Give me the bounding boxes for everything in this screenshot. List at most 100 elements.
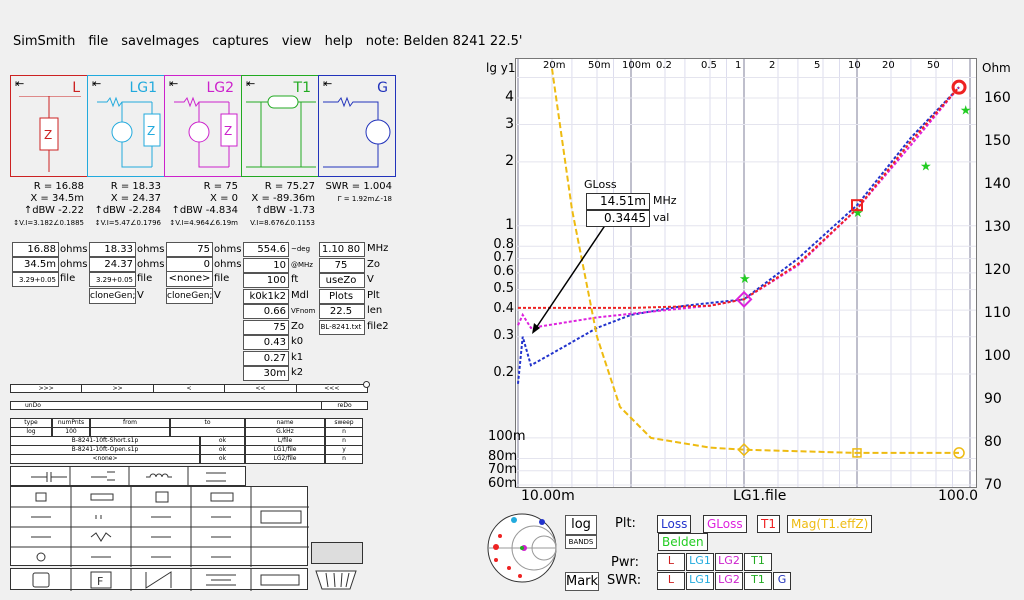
arrow-icon: ⇤	[15, 77, 25, 90]
play-back[interactable]: >>	[82, 385, 154, 392]
t1-field-input[interactable]: 554.6	[243, 242, 289, 257]
l-file-input[interactable]: 3.29+0.05	[12, 272, 59, 287]
g-field-input[interactable]: 75	[319, 257, 365, 273]
palette-grid-icons	[11, 487, 309, 567]
bands-button[interactable]: BANDS	[565, 535, 597, 549]
component-g[interactable]: ⇤ G	[318, 75, 396, 177]
menu-saveimages[interactable]: saveImages	[121, 34, 199, 49]
menu-file[interactable]: file	[88, 34, 108, 49]
lg2-r-input[interactable]: 75	[166, 242, 213, 257]
lg1-file-input[interactable]: 3.29+0.05	[89, 272, 136, 287]
pwr-toggle-lg2[interactable]: LG2	[715, 553, 743, 571]
y-tick-left: 0.5	[493, 280, 514, 296]
swr-toggle-lg2[interactable]: LG2	[715, 572, 743, 590]
legend-gloss[interactable]: GLoss	[703, 515, 747, 533]
y-tick-right: 90	[984, 391, 1002, 407]
g-field-input[interactable]: 22.5	[319, 304, 365, 319]
t1-field-input[interactable]: 0.43	[243, 335, 289, 350]
pwr-toggle-lg1[interactable]: LG1	[686, 553, 714, 571]
play-fwd[interactable]: <<	[225, 385, 297, 392]
menu-simsmith[interactable]: SimSmith	[13, 34, 75, 49]
green-star-marker: ★	[920, 160, 932, 175]
l-x-input[interactable]: 34.5m	[12, 257, 59, 272]
t1-field-input[interactable]: 30m	[243, 366, 289, 381]
component-l[interactable]: ⇤ L Z	[10, 75, 88, 177]
lg2-clonegen[interactable]: cloneGen;	[166, 288, 213, 304]
menu-captures[interactable]: captures	[212, 34, 269, 49]
menu-view[interactable]: view	[282, 34, 312, 49]
tooltip-val-unit: val	[653, 211, 670, 224]
swr-toggle-t1[interactable]: T1	[744, 572, 772, 590]
menu-help[interactable]: help	[325, 34, 353, 49]
lg1-r-input[interactable]: 18.33	[89, 242, 136, 257]
t1-r: R = 75.27	[264, 181, 315, 192]
component-lg2[interactable]: ⇤ LG2 Z	[164, 75, 242, 177]
t1-field-unit: k1	[291, 351, 304, 363]
y-tick-right: 160	[984, 90, 1011, 106]
circle-marker	[951, 79, 967, 95]
y-tick-left: 0.2	[493, 365, 514, 381]
component-lg1[interactable]: ⇤ LG1 Z	[87, 75, 165, 177]
g-field-unit: len	[367, 305, 383, 316]
legend-t1[interactable]: T1	[757, 515, 780, 533]
pwr-label: Pwr:	[611, 555, 639, 570]
swr-toggle-lg1[interactable]: LG1	[686, 572, 714, 590]
t1-field-input[interactable]: 0.27	[243, 350, 289, 366]
g-field-input[interactable]: useZo	[319, 273, 365, 288]
y-tick-left: 0.6	[493, 263, 514, 279]
redo-button[interactable]: reDo	[322, 402, 367, 409]
g-field-input[interactable]: Plots	[319, 288, 365, 304]
legend-loss[interactable]: Loss	[657, 515, 692, 533]
arrow-icon: ⇤	[169, 77, 179, 90]
t1-field-input[interactable]: 75	[243, 319, 289, 335]
table-ok-cell[interactable]: ok	[200, 454, 245, 464]
undo-button[interactable]: unDo	[11, 402, 322, 409]
smith-chart-icon[interactable]	[484, 512, 560, 584]
table-file-cell[interactable]: <none>	[10, 454, 200, 464]
menu-note[interactable]: note: Belden 8241 22.5'	[366, 34, 523, 49]
generator-symbol-icon: Z	[174, 96, 238, 168]
playback-bar: >>> >> < << <<<	[10, 384, 368, 393]
pwr-toggle-l[interactable]: L	[657, 553, 685, 571]
slider-knob[interactable]	[363, 381, 370, 388]
l-r-input[interactable]: 16.88	[12, 242, 59, 257]
play-step[interactable]: <	[154, 385, 226, 392]
y-tick-left: 3	[505, 115, 514, 132]
t1-field-input[interactable]: k0k1k2	[243, 288, 289, 304]
component-t1[interactable]: ⇤ T1	[241, 75, 319, 177]
t1-x: X = -89.36m	[251, 193, 315, 204]
plot-area[interactable]: ★ ★ ★ ★	[515, 58, 977, 488]
t1-field-input[interactable]: 0.66	[243, 304, 289, 319]
t1-field-unit: ft	[291, 274, 299, 285]
image-thumbnail[interactable]	[311, 542, 363, 564]
x-tick-bottom: 100.0	[938, 488, 979, 504]
lg1-x-unit: ohms	[137, 259, 165, 270]
table-sweep-cell[interactable]: n	[325, 454, 363, 464]
play-fast-fwd[interactable]: <<<	[297, 385, 367, 392]
legend-mag-t1-effz-[interactable]: Mag(T1.effZ)	[787, 515, 873, 533]
play-fast-back[interactable]: >>>	[11, 385, 83, 392]
log-button[interactable]: log	[565, 515, 597, 535]
legend-belden[interactable]: Belden	[658, 533, 708, 551]
tooltip-arrow-line	[533, 223, 607, 332]
mark-button[interactable]: Mark	[565, 572, 599, 591]
svg-text:Z: Z	[44, 128, 52, 142]
lg1-x: X = 24.37	[110, 193, 161, 204]
y-tick-left: 60m	[488, 476, 518, 491]
trash-icon[interactable]	[314, 567, 358, 591]
t1-field-input[interactable]: 100	[243, 273, 289, 288]
undo-bar: unDo reDo	[10, 401, 368, 410]
pwr-toggle-t1[interactable]: T1	[744, 553, 772, 571]
lg2-x: X = 0	[210, 193, 238, 204]
y-tick-left: 4	[505, 89, 514, 105]
swr-toggle-l[interactable]: L	[657, 572, 685, 590]
t1-field-input[interactable]: 10	[243, 257, 289, 273]
g-field-input[interactable]: BL-8241.txt	[319, 319, 365, 335]
lg2-x-input[interactable]: 0	[166, 257, 213, 272]
lg1-x-input[interactable]: 24.37	[89, 257, 136, 272]
lg2-file-input[interactable]: <none>	[166, 271, 213, 287]
l-file-label: file	[60, 273, 76, 284]
g-field-input[interactable]: 1.10 80	[319, 242, 365, 257]
lg1-clonegen[interactable]: cloneGen;	[89, 288, 136, 304]
swr-toggle-g[interactable]: G	[773, 572, 791, 590]
